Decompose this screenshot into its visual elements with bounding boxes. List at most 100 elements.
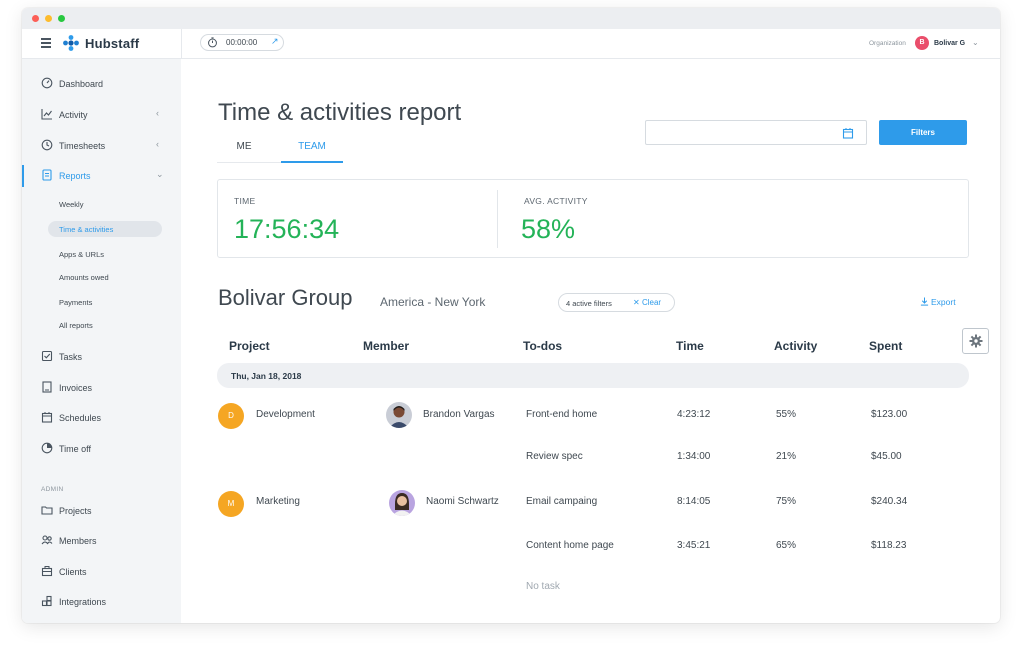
member-name[interactable]: Brandon Vargas [423, 409, 495, 420]
tab-team[interactable]: TEAM [281, 141, 343, 163]
sidebar-item-integrations[interactable]: Integrations [22, 591, 181, 613]
minimize-window-button[interactable] [45, 15, 52, 22]
maximize-window-button[interactable] [58, 15, 65, 22]
date-group-label: Thu, Jan 18, 2018 [231, 371, 302, 381]
export-label: Export [931, 297, 956, 307]
sidebar-item-label: Clients [59, 567, 87, 577]
sidebar-item-time-off[interactable]: Time off [22, 438, 181, 460]
clear-filters-label: Clear [641, 298, 662, 307]
todo-name[interactable]: Review spec [526, 451, 583, 462]
summary-stats-card: TIME 17:56:34 AVG. ACTIVITY 58% [217, 179, 969, 258]
todo-name[interactable]: Front-end home [526, 409, 597, 420]
timer-widget[interactable]: 00:00:00 ↗ [200, 34, 284, 51]
sidebar-item-label: Projects [59, 506, 92, 516]
filters-button[interactable]: Filters [879, 120, 967, 145]
sidebar-item-invoices[interactable]: Invoices [22, 377, 181, 399]
calendar-icon[interactable] [842, 127, 854, 139]
spent-value: $118.23 [871, 540, 907, 551]
time-value: 4:23:12 [677, 409, 711, 420]
sidebar-item-label: Dashboard [59, 79, 104, 89]
project-badge: M [218, 491, 244, 517]
organization-label: Organization [869, 40, 906, 47]
invoice-icon [42, 381, 52, 393]
column-header-todos[interactable]: To-dos [523, 339, 562, 353]
open-timer-arrow-icon[interactable]: ↗ [271, 36, 279, 47]
member-name[interactable]: Naomi Schwartz [426, 496, 499, 507]
table-settings-button[interactable] [962, 328, 989, 354]
project-name[interactable]: Marketing [256, 496, 300, 507]
todo-name: No task [526, 581, 560, 592]
app-window: Hubstaff 00:00:00 ↗ Organization B Boliv… [22, 8, 1000, 623]
gear-icon [969, 334, 983, 348]
sidebar-subitem-amounts-owed[interactable]: Amounts owed [48, 269, 162, 285]
sidebar: Dashboard Activity ‹ Timesheets ‹ Report… [22, 59, 181, 623]
sidebar-subitem-label: Weekly [59, 200, 84, 209]
hamburger-menu-icon[interactable] [41, 38, 51, 48]
activity-value: 75% [776, 496, 797, 507]
sidebar-subitem-apps-urls[interactable]: Apps & URLs [48, 246, 162, 262]
sidebar-item-tasks[interactable]: Tasks [22, 346, 181, 368]
sidebar-item-dashboard[interactable]: Dashboard [22, 73, 181, 95]
column-header-member[interactable]: Member [363, 339, 409, 353]
sidebar-item-timesheets[interactable]: Timesheets ‹ [22, 135, 181, 157]
activity-stat-value: 58% [521, 214, 576, 244]
clear-filters-button[interactable]: ✕ Clear [633, 298, 661, 307]
sidebar-item-label: Reports [59, 171, 91, 181]
date-range-input[interactable] [645, 120, 867, 145]
page-title: Time & activities report [218, 99, 462, 126]
sidebar-subitem-payments[interactable]: Payments [48, 294, 162, 310]
spent-value: $123.00 [871, 409, 908, 420]
todo-name[interactable]: Email campaing [526, 496, 597, 507]
date-group-row: Thu, Jan 18, 2018 [217, 363, 969, 388]
active-filters-pill: 4 active filters ✕ Clear [558, 293, 675, 312]
user-name[interactable]: Bolivar G [934, 40, 965, 47]
activity-value: 55% [776, 409, 797, 420]
pie-clock-icon [41, 442, 53, 454]
sidebar-item-label: Integrations [59, 597, 107, 607]
activity-chart-icon [41, 109, 52, 120]
project-badge: D [218, 403, 244, 429]
briefcase-icon [41, 566, 53, 577]
sidebar-item-label: Timesheets [59, 141, 106, 151]
close-icon: ✕ [633, 298, 640, 307]
active-tab-indicator [281, 161, 343, 163]
export-button[interactable]: Export [920, 297, 956, 307]
column-header-time[interactable]: Time [676, 339, 704, 353]
avatar [386, 402, 412, 428]
column-header-spent[interactable]: Spent [869, 339, 902, 353]
sidebar-subitem-time-activities[interactable]: Time & activities [48, 221, 162, 237]
top-bar: Hubstaff 00:00:00 ↗ Organization B Boliv… [22, 29, 1000, 59]
sidebar-item-reports[interactable]: Reports ⌄ [22, 165, 181, 187]
sidebar-item-members[interactable]: Members [22, 530, 181, 552]
time-stat-label: TIME [234, 196, 256, 206]
sidebar-item-clients[interactable]: Clients [22, 561, 181, 583]
chevron-down-icon[interactable]: ⌄ [972, 38, 979, 47]
clock-icon [41, 139, 53, 151]
sidebar-item-projects[interactable]: Projects [22, 500, 181, 522]
close-window-button[interactable] [32, 15, 39, 22]
tab-me[interactable]: ME [217, 141, 271, 163]
sidebar-item-label: Activity [59, 110, 88, 120]
column-header-activity[interactable]: Activity [774, 339, 817, 353]
sidebar-subitem-label: Payments [59, 298, 93, 307]
sidebar-item-schedules[interactable]: Schedules [22, 407, 181, 429]
members-icon [41, 535, 53, 545]
sidebar-subitem-label: Apps & URLs [59, 250, 105, 259]
column-header-project[interactable]: Project [229, 339, 270, 353]
stopwatch-icon [208, 37, 217, 48]
time-value: 8:14:05 [677, 496, 711, 507]
sidebar-item-activity[interactable]: Activity ‹ [22, 104, 181, 126]
report-document-icon [42, 169, 52, 181]
sidebar-item-label: Time off [59, 444, 92, 454]
todo-name[interactable]: Content home page [526, 540, 614, 551]
time-stat-value: 17:56:34 [234, 214, 340, 244]
sidebar-subitem-weekly[interactable]: Weekly [48, 196, 162, 212]
sidebar-subitem-label: All reports [59, 321, 93, 330]
sidebar-subitem-label: Time & activities [59, 225, 114, 234]
project-name[interactable]: Development [256, 409, 315, 420]
sidebar-subitem-all-reports[interactable]: All reports [48, 317, 162, 333]
activity-stat-label: AVG. ACTIVITY [524, 196, 588, 206]
hubstaff-logo-icon [63, 35, 79, 51]
user-avatar[interactable]: B [915, 36, 929, 50]
sidebar-subitem-label: Amounts owed [59, 273, 109, 282]
